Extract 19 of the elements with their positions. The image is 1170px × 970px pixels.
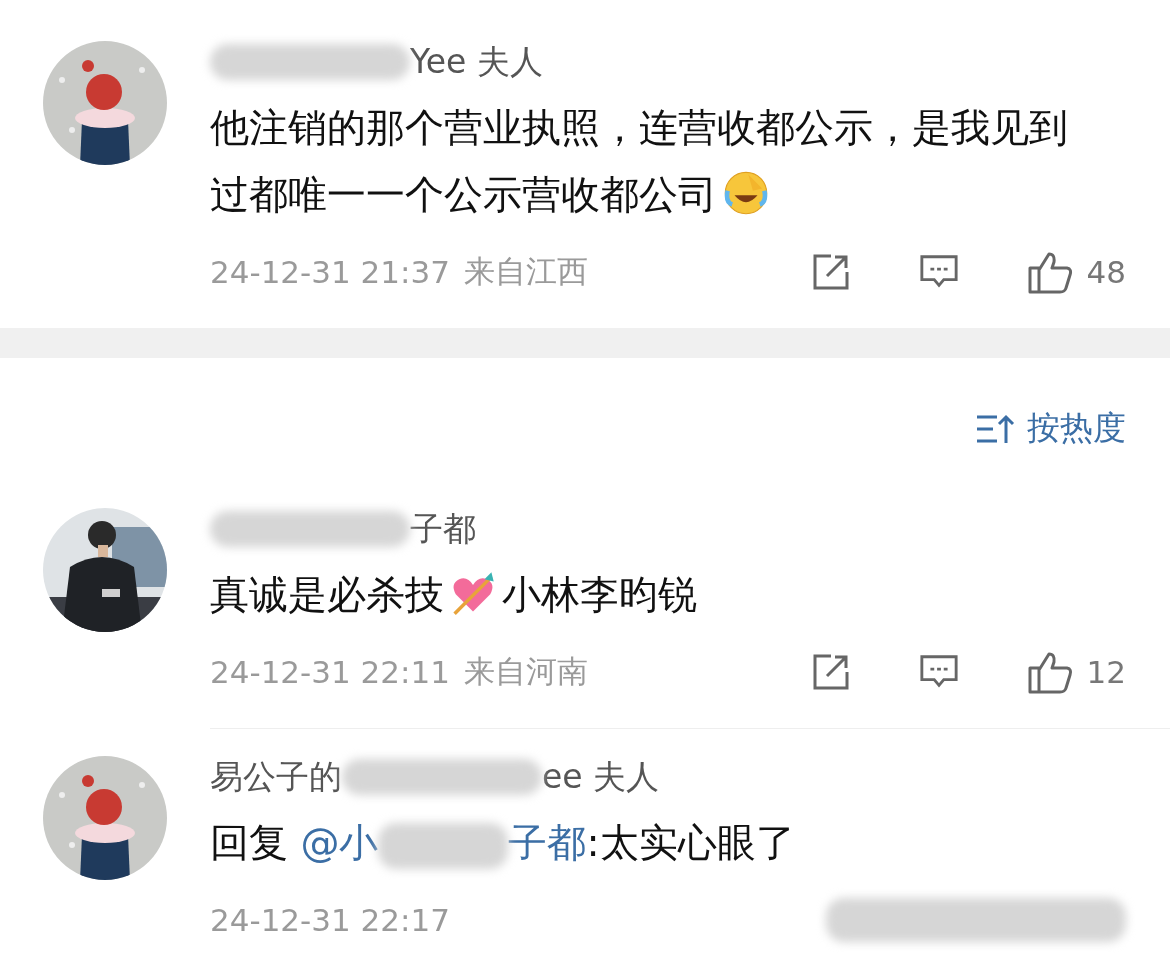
comment-location: 来自河南 <box>463 652 588 691</box>
comment-text: 真诚是必杀技 小林李昀锐 <box>210 569 698 619</box>
comment-time: 24-12-31 21:37 <box>210 254 450 290</box>
comment-time: 24-12-31 22:11 <box>210 654 450 690</box>
comment-text: 他注销的那个营业执照，连营收都公示，是我见到过都唯一一个公示营收都公司 <box>210 104 1069 219</box>
user-name[interactable]: 易公子的 ee 夫人 <box>210 755 1126 799</box>
like-count: 12 <box>1086 654 1126 690</box>
thumbs-up-icon[interactable] <box>1026 250 1073 294</box>
thumbs-up-icon[interactable] <box>1026 650 1073 694</box>
comment-text: 回复 @小 子都:太实心眼了 <box>210 809 1090 876</box>
laughing-emoji-icon <box>723 170 769 216</box>
sort-button[interactable]: 按热度 <box>975 406 1126 451</box>
like-count: 48 <box>1086 254 1126 290</box>
comment-location: 来自江西 <box>463 252 588 291</box>
sort-icon <box>975 412 1015 445</box>
comment-time: 24-12-31 22:17 <box>210 902 450 938</box>
heart-arrow-icon <box>450 570 496 616</box>
user-name[interactable]: Yee 夫人 <box>210 40 1126 84</box>
user-name[interactable]: 子都 <box>210 507 1126 551</box>
